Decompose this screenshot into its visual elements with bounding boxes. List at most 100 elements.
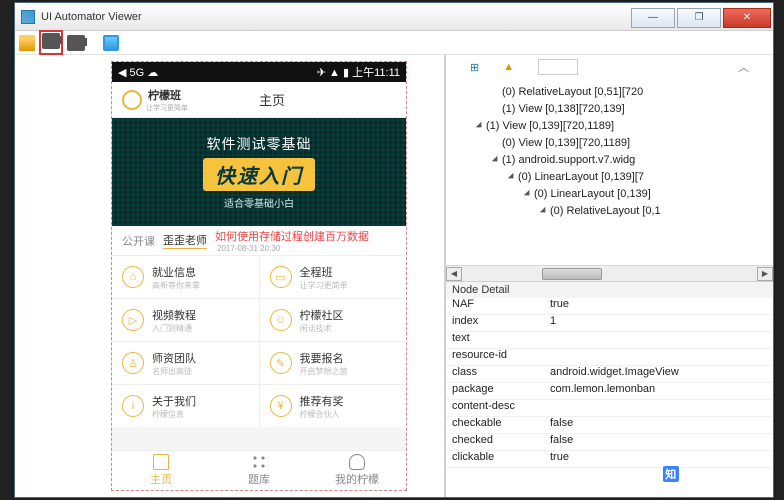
lemon-logo-icon xyxy=(122,90,142,110)
feature-title: 我要报名 xyxy=(300,350,348,366)
property-row[interactable]: index1 xyxy=(446,315,773,332)
device-preview: ◀ 5G ☁ ✈ ▲ ▮ 上午11:11 柠檬班 让学习更简单 主页 软件测试零… xyxy=(111,61,407,491)
nav-label: 我的柠檬 xyxy=(335,471,379,487)
property-key: package xyxy=(446,383,546,399)
feature-cell-7[interactable]: ¥推荐有奖柠檬合伙人 xyxy=(260,385,407,427)
tree-row[interactable]: (1) android.support.v7.widg xyxy=(454,151,765,168)
app-header: 柠檬班 让学习更简单 主页 xyxy=(112,82,406,118)
titlebar[interactable]: UI Automator Viewer — ❐ ✕ xyxy=(15,3,773,31)
banner-line2: 快速入门 xyxy=(203,158,315,191)
screenshot-button-highlight xyxy=(39,30,63,55)
notice-time: 2017-08-31 20:30 xyxy=(217,244,369,253)
feature-sub: 入门到精通 xyxy=(152,323,196,334)
window-title: UI Automator Viewer xyxy=(41,11,631,23)
minimize-button[interactable]: — xyxy=(631,8,675,28)
tree-row[interactable]: (0) RelativeLayout [0,1 xyxy=(454,202,765,219)
screenshot-pane[interactable]: ◀ 5G ☁ ✈ ▲ ▮ 上午11:11 柠檬班 让学习更简单 主页 软件测试零… xyxy=(15,55,445,497)
close-button[interactable]: ✕ xyxy=(723,8,771,28)
search-input[interactable] xyxy=(538,59,578,75)
property-row[interactable]: text xyxy=(446,332,773,349)
property-key: text xyxy=(446,332,546,348)
tree-expander-icon[interactable] xyxy=(476,121,484,129)
feature-cell-0[interactable]: ⌂就业信息高新等你来拿 xyxy=(112,256,259,298)
feature-icon: ✎ xyxy=(270,352,292,374)
nav-1[interactable]: 题库 xyxy=(210,451,308,490)
feature-cell-4[interactable]: ♙师资团队名师出高徒 xyxy=(112,342,259,384)
zhihu-icon: 知 xyxy=(663,466,679,482)
tree-row[interactable]: (0) LinearLayout [0,139][7 xyxy=(454,168,765,185)
property-value: false xyxy=(546,417,773,433)
feature-icon: i xyxy=(122,395,144,417)
open-icon[interactable] xyxy=(19,35,35,51)
device-screenshot-icon[interactable] xyxy=(42,33,60,49)
property-row[interactable]: resource-id xyxy=(446,349,773,366)
property-key: NAF xyxy=(446,298,546,314)
tree-row[interactable]: (1) View [0,138][720,139] xyxy=(454,100,765,117)
node-detail-header: Node Detail xyxy=(446,282,773,298)
property-row[interactable]: content-desc xyxy=(446,400,773,417)
warning-icon[interactable]: ▲ xyxy=(503,61,514,73)
property-row[interactable]: NAFtrue xyxy=(446,298,773,315)
save-icon[interactable] xyxy=(103,35,119,51)
tree-expander-icon[interactable] xyxy=(540,206,548,214)
feature-cell-6[interactable]: i关于我们柠檬信息 xyxy=(112,385,259,427)
tree-row[interactable]: (1) View [0,139][720,1189] xyxy=(454,117,765,134)
hierarchy-tree[interactable]: (0) RelativeLayout [0,51][720(1) View [0… xyxy=(446,79,773,265)
inspector-pane: ⊞ ▲ ︿ (0) RelativeLayout [0,51][720(1) V… xyxy=(445,55,773,497)
tree-row[interactable]: (0) View [0,139][720,1189] xyxy=(454,134,765,151)
scroll-right-icon[interactable]: ▶ xyxy=(757,267,773,281)
property-row[interactable]: checkedfalse xyxy=(446,434,773,451)
scroll-thumb[interactable] xyxy=(542,268,602,280)
app-window: UI Automator Viewer — ❐ ✕ ◀ 5G ☁ ✈ ▲ ▮ 上… xyxy=(14,2,774,498)
tree-row[interactable]: (0) LinearLayout [0,139] xyxy=(454,185,765,202)
feature-cell-2[interactable]: ▷视频教程入门到精通 xyxy=(112,299,259,341)
feature-cell-3[interactable]: ☺柠檬社区闲话技术 xyxy=(260,299,407,341)
tree-label: (0) LinearLayout [0,139] xyxy=(534,188,651,200)
feature-sub: 名师出高徒 xyxy=(152,366,196,377)
device-screenshot-compressed-icon[interactable] xyxy=(67,35,85,51)
property-row[interactable]: checkablefalse xyxy=(446,417,773,434)
nav-icon xyxy=(349,454,365,470)
property-key: checkable xyxy=(446,417,546,433)
maximize-button[interactable]: ❐ xyxy=(677,8,721,28)
tree-hscrollbar[interactable]: ◀ ▶ xyxy=(446,265,773,281)
nav-0[interactable]: 主页 xyxy=(112,451,210,490)
tree-label: (1) android.support.v7.widg xyxy=(502,154,635,166)
property-value: true xyxy=(546,451,773,467)
node-detail-panel: Node Detail NAFtrueindex1textresource-id… xyxy=(446,281,773,497)
banner-line3: 适合零基础小白 xyxy=(224,195,294,210)
feature-sub: 高新等你来拿 xyxy=(152,280,200,291)
feature-icon: ♙ xyxy=(122,352,144,374)
feature-sub: 闲话技术 xyxy=(300,323,344,334)
feature-cell-1[interactable]: ▭全程班让学习更简单 xyxy=(260,256,407,298)
notice-bar[interactable]: 公开课 歪歪老师 如何使用存储过程创建百万数据 2017-08-31 20:30 xyxy=(112,226,406,256)
property-row[interactable]: classandroid.widget.ImageView xyxy=(446,366,773,383)
tree-toolbar: ⊞ ▲ ︿ xyxy=(446,55,773,79)
scroll-left-icon[interactable]: ◀ xyxy=(446,267,462,281)
feature-title: 柠檬社区 xyxy=(300,307,344,323)
feature-cell-5[interactable]: ✎我要报名开启梦想之旅 xyxy=(260,342,407,384)
expand-all-icon[interactable]: ⊞ xyxy=(470,61,479,74)
collapse-icon[interactable]: ︿ xyxy=(738,59,749,75)
banner-line1: 软件测试零基础 xyxy=(207,134,312,154)
property-value xyxy=(546,400,773,416)
hero-banner[interactable]: 软件测试零基础 快速入门 适合零基础小白 xyxy=(112,118,406,226)
tree-expander-icon[interactable] xyxy=(508,172,516,180)
nav-2[interactable]: 我的柠檬 xyxy=(308,451,406,490)
feature-grid: ⌂就业信息高新等你来拿▭全程班让学习更简单▷视频教程入门到精通☺柠檬社区闲话技术… xyxy=(112,256,406,427)
property-value: com.lemon.lemonban xyxy=(546,383,773,399)
tree-row[interactable]: (0) RelativeLayout [0,51][720 xyxy=(454,83,765,100)
nav-icon xyxy=(251,454,267,470)
property-row[interactable]: packagecom.lemon.lemonban xyxy=(446,383,773,400)
property-value xyxy=(546,332,773,348)
feature-sub: 让学习更简单 xyxy=(300,280,348,291)
tree-expander-icon[interactable] xyxy=(492,155,500,163)
tree-label: (0) RelativeLayout [0,1 xyxy=(550,205,661,217)
tree-expander-icon[interactable] xyxy=(524,189,532,197)
property-key: class xyxy=(446,366,546,382)
notice-tab1: 公开课 xyxy=(122,233,155,249)
property-key: content-desc xyxy=(446,400,546,416)
nav-icon xyxy=(153,454,169,470)
property-value: false xyxy=(546,434,773,450)
feature-title: 关于我们 xyxy=(152,393,196,409)
